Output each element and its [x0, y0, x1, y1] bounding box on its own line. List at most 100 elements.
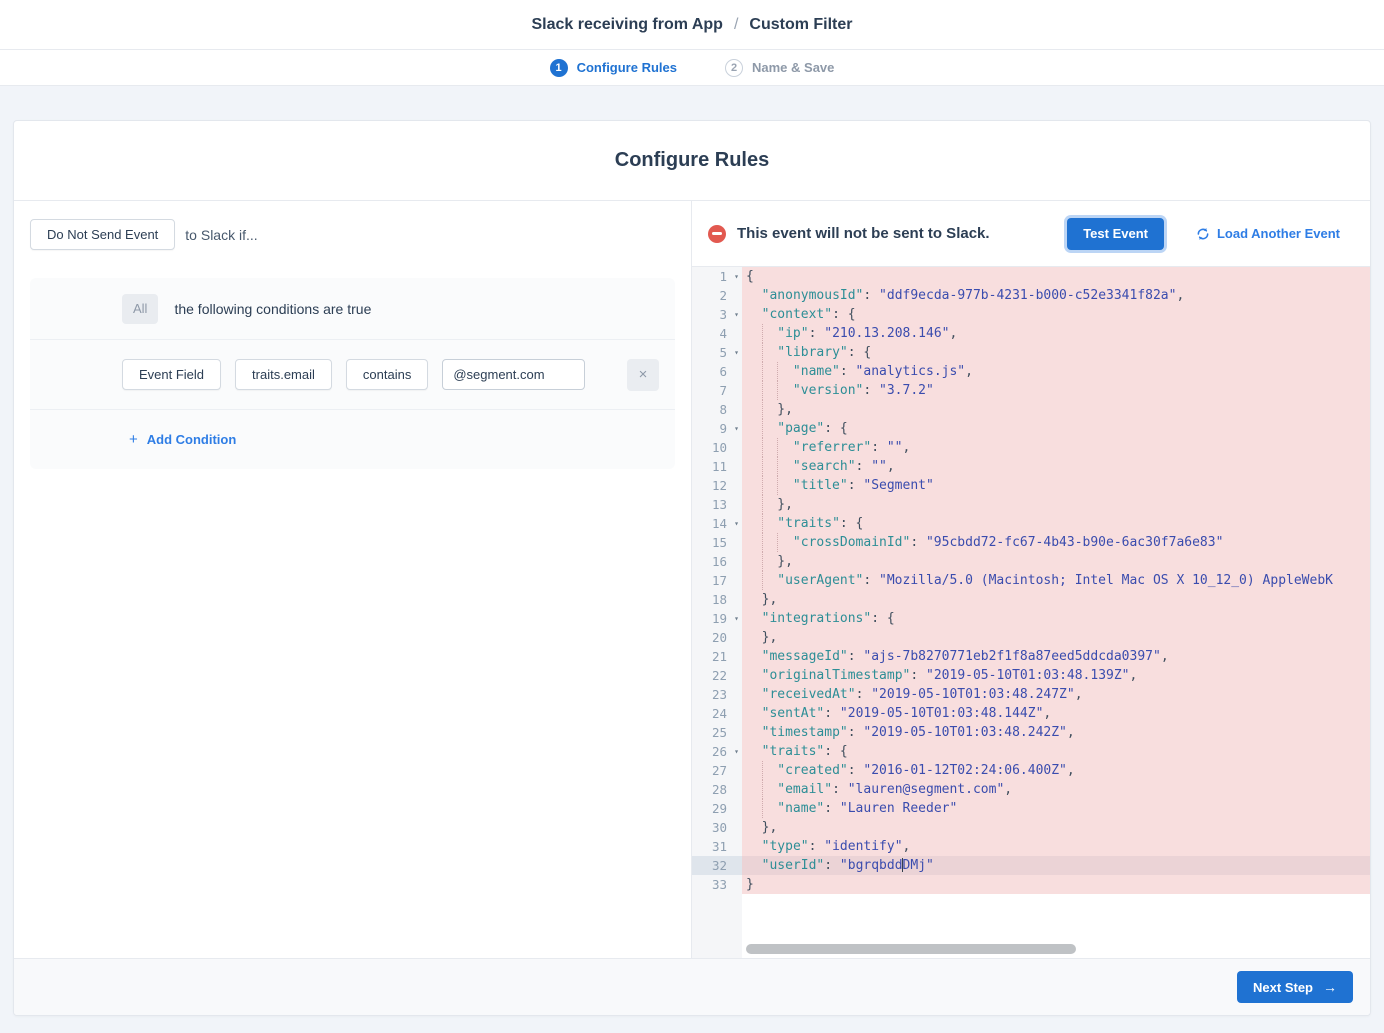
code-line[interactable]: 28"email": "lauren@segment.com",: [692, 780, 1370, 799]
code-line-text[interactable]: },: [742, 495, 1370, 514]
line-number[interactable]: 29: [692, 799, 742, 818]
line-number[interactable]: 11: [692, 457, 742, 476]
horizontal-scrollbar-thumb[interactable]: [746, 944, 1076, 954]
fold-chevron-down-icon[interactable]: ▾: [734, 609, 739, 628]
code-line[interactable]: 26▾"traits": {: [692, 742, 1370, 761]
code-line[interactable]: 20},: [692, 628, 1370, 647]
line-number[interactable]: 16: [692, 552, 742, 571]
action-selector-button[interactable]: Do Not Send Event: [30, 219, 175, 250]
code-line-text[interactable]: "type": "identify",: [742, 837, 1370, 856]
line-number[interactable]: 24: [692, 704, 742, 723]
code-line[interactable]: 33}: [692, 875, 1370, 894]
code-line[interactable]: 27"created": "2016-01-12T02:24:06.400Z",: [692, 761, 1370, 780]
code-line[interactable]: 3▾"context": {: [692, 305, 1370, 324]
code-line[interactable]: 1▾{: [692, 267, 1370, 286]
json-event-editor[interactable]: 1▾{2"anonymousId": "ddf9ecda-977b-4231-b…: [692, 267, 1370, 958]
fold-chevron-down-icon[interactable]: ▾: [734, 305, 739, 324]
line-number[interactable]: 14▾: [692, 514, 742, 533]
fold-chevron-down-icon[interactable]: ▾: [734, 267, 739, 286]
code-line-text[interactable]: "messageId": "ajs-7b8270771eb2f1f8a87eed…: [742, 647, 1370, 666]
line-number[interactable]: 27: [692, 761, 742, 780]
line-number[interactable]: 22: [692, 666, 742, 685]
fold-chevron-down-icon[interactable]: ▾: [734, 343, 739, 362]
line-number[interactable]: 9▾: [692, 419, 742, 438]
code-line[interactable]: 4"ip": "210.13.208.146",: [692, 324, 1370, 343]
step-name-and-save[interactable]: 2 Name & Save: [725, 59, 834, 77]
code-line-text[interactable]: "version": "3.7.2": [742, 381, 1370, 400]
code-line[interactable]: 25"timestamp": "2019-05-10T01:03:48.242Z…: [692, 723, 1370, 742]
condition-operator-button[interactable]: contains: [346, 359, 428, 390]
code-line[interactable]: 17"userAgent": "Mozilla/5.0 (Macintosh; …: [692, 571, 1370, 590]
code-line[interactable]: 7"version": "3.7.2": [692, 381, 1370, 400]
code-line[interactable]: 2"anonymousId": "ddf9ecda-977b-4231-b000…: [692, 286, 1370, 305]
line-number[interactable]: 3▾: [692, 305, 742, 324]
line-number[interactable]: 18: [692, 590, 742, 609]
code-line-text[interactable]: "anonymousId": "ddf9ecda-977b-4231-b000-…: [742, 286, 1370, 305]
line-number[interactable]: 8: [692, 400, 742, 419]
add-condition-button[interactable]: + Add Condition: [129, 431, 236, 448]
code-line[interactable]: 15"crossDomainId": "95cbdd72-fc67-4b43-b…: [692, 533, 1370, 552]
line-number[interactable]: 5▾: [692, 343, 742, 362]
code-line-text[interactable]: },: [742, 628, 1370, 647]
remove-condition-button[interactable]: ×: [627, 359, 659, 391]
line-number[interactable]: 6: [692, 362, 742, 381]
code-line[interactable]: 19▾"integrations": {: [692, 609, 1370, 628]
line-number[interactable]: 23: [692, 685, 742, 704]
code-line[interactable]: 11"search": "",: [692, 457, 1370, 476]
line-number[interactable]: 26▾: [692, 742, 742, 761]
code-line-text[interactable]: },: [742, 552, 1370, 571]
code-line-text[interactable]: "created": "2016-01-12T02:24:06.400Z",: [742, 761, 1370, 780]
code-line-text[interactable]: "referrer": "",: [742, 438, 1370, 457]
line-number[interactable]: 15: [692, 533, 742, 552]
code-line[interactable]: 8},: [692, 400, 1370, 419]
code-line-text[interactable]: "crossDomainId": "95cbdd72-fc67-4b43-b90…: [742, 533, 1370, 552]
line-number[interactable]: 17: [692, 571, 742, 590]
condition-field-type-button[interactable]: Event Field: [122, 359, 221, 390]
line-number[interactable]: 28: [692, 780, 742, 799]
condition-field-button[interactable]: traits.email: [235, 359, 332, 390]
code-line-text[interactable]: "timestamp": "2019-05-10T01:03:48.242Z",: [742, 723, 1370, 742]
code-line-text[interactable]: "receivedAt": "2019-05-10T01:03:48.247Z"…: [742, 685, 1370, 704]
code-line[interactable]: 9▾"page": {: [692, 419, 1370, 438]
code-line[interactable]: 14▾"traits": {: [692, 514, 1370, 533]
line-number[interactable]: 10: [692, 438, 742, 457]
line-number[interactable]: 20: [692, 628, 742, 647]
code-line[interactable]: 16},: [692, 552, 1370, 571]
fold-chevron-down-icon[interactable]: ▾: [734, 742, 739, 761]
step-configure-rules[interactable]: 1 Configure Rules: [550, 59, 677, 77]
line-number[interactable]: 12: [692, 476, 742, 495]
code-line[interactable]: 5▾"library": {: [692, 343, 1370, 362]
match-operator-badge[interactable]: All: [122, 294, 158, 324]
line-number[interactable]: 30: [692, 818, 742, 837]
code-line-text[interactable]: "traits": {: [742, 742, 1370, 761]
code-line-text[interactable]: "page": {: [742, 419, 1370, 438]
line-number[interactable]: 32: [692, 856, 742, 875]
line-number[interactable]: 25: [692, 723, 742, 742]
code-line-text[interactable]: "search": "",: [742, 457, 1370, 476]
fold-chevron-down-icon[interactable]: ▾: [734, 419, 739, 438]
line-number[interactable]: 7: [692, 381, 742, 400]
code-line[interactable]: 21"messageId": "ajs-7b8270771eb2f1f8a87e…: [692, 647, 1370, 666]
horizontal-scrollbar[interactable]: [746, 944, 1366, 954]
fold-chevron-down-icon[interactable]: ▾: [734, 514, 739, 533]
line-number[interactable]: 33: [692, 875, 742, 894]
code-line-text[interactable]: },: [742, 818, 1370, 837]
code-line-text[interactable]: "originalTimestamp": "2019-05-10T01:03:4…: [742, 666, 1370, 685]
code-line[interactable]: 31"type": "identify",: [692, 837, 1370, 856]
code-line[interactable]: 32"userId": "bgrqbddDMj": [692, 856, 1370, 875]
code-line[interactable]: 22"originalTimestamp": "2019-05-10T01:03…: [692, 666, 1370, 685]
code-line-text[interactable]: "library": {: [742, 343, 1370, 362]
test-event-button[interactable]: Test Event: [1067, 218, 1164, 250]
code-line-text[interactable]: "sentAt": "2019-05-10T01:03:48.144Z",: [742, 704, 1370, 723]
line-number[interactable]: 19▾: [692, 609, 742, 628]
code-line-text[interactable]: "userAgent": "Mozilla/5.0 (Macintosh; In…: [742, 571, 1370, 590]
line-number[interactable]: 21: [692, 647, 742, 666]
code-line[interactable]: 18},: [692, 590, 1370, 609]
code-line-text[interactable]: "ip": "210.13.208.146",: [742, 324, 1370, 343]
code-line-text[interactable]: }: [742, 875, 1370, 894]
code-line-text[interactable]: "email": "lauren@segment.com",: [742, 780, 1370, 799]
code-line[interactable]: 24"sentAt": "2019-05-10T01:03:48.144Z",: [692, 704, 1370, 723]
code-line-text[interactable]: "title": "Segment": [742, 476, 1370, 495]
code-line-text[interactable]: "name": "Lauren Reeder": [742, 799, 1370, 818]
code-line-text[interactable]: {: [742, 267, 1370, 286]
